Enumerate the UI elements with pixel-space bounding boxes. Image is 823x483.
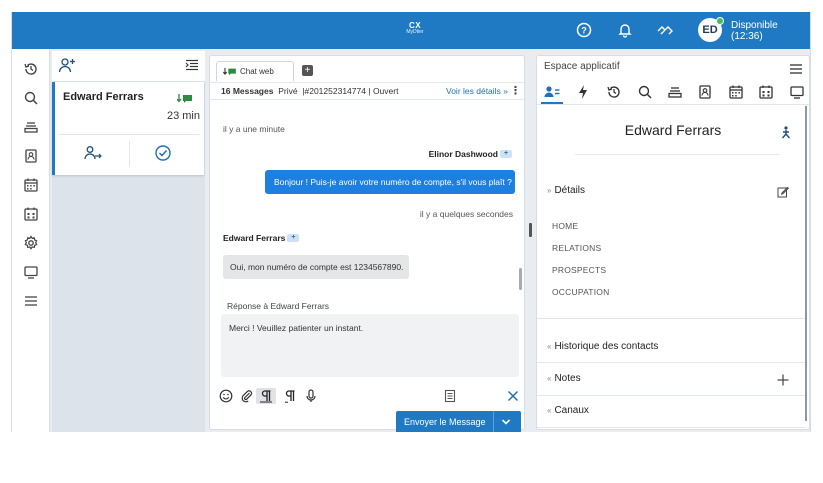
conversation-list: Edward Ferrars 23 min: [52, 51, 205, 432]
detail-item-prospects[interactable]: PROSPECTS: [552, 265, 606, 275]
divider: [537, 318, 805, 319]
status-dot: [716, 17, 724, 25]
add-tab-button[interactable]: +: [302, 65, 313, 76]
chevron-up-icon: «: [547, 406, 552, 415]
contact-book-icon[interactable]: [696, 83, 714, 101]
template-icon[interactable]: [442, 388, 458, 404]
agent-status[interactable]: Disponible (12:36): [731, 20, 778, 42]
history-icon[interactable]: [605, 83, 623, 101]
calendar-icon[interactable]: [21, 175, 41, 195]
emoji-icon[interactable]: [218, 388, 234, 404]
menu-icon[interactable]: [21, 291, 41, 311]
conversation-actions: [59, 134, 200, 170]
divider: [537, 427, 805, 428]
help-circle-icon[interactable]: ?: [574, 20, 594, 40]
queue-icon[interactable]: [666, 83, 684, 101]
message-sender: Edward Ferrars +: [223, 233, 300, 243]
section-channels[interactable]: «Canaux: [547, 405, 589, 416]
thread-scrollbar[interactable]: [519, 268, 522, 290]
calendar-icon[interactable]: [727, 83, 745, 101]
menu-icon[interactable]: [789, 63, 803, 75]
agent-chip-icon: +: [500, 150, 512, 158]
search-icon[interactable]: [636, 83, 654, 101]
transfer-user-icon[interactable]: [84, 145, 102, 161]
svg-text:?: ?: [581, 26, 587, 36]
active-tab-indicator: [541, 102, 563, 104]
chevron-up-icon: «: [547, 374, 552, 383]
message-sender: Elinor Dashwood +: [429, 149, 512, 159]
conversation-list-header: [52, 51, 205, 81]
message-timestamp: il y a une minute: [223, 124, 285, 134]
top-bar: CX MyDtier ? ED Disponible (12:36): [12, 12, 810, 49]
send-message-button[interactable]: Envoyer le Message: [396, 411, 521, 432]
divider: [575, 154, 779, 155]
attachment-icon[interactable]: [239, 388, 255, 404]
contact-icon[interactable]: [543, 83, 561, 101]
composer-toolbar: [210, 386, 524, 406]
unlink-icon[interactable]: [655, 20, 675, 40]
brand-logo: CX MyDtier: [406, 21, 424, 35]
contact-name-heading: Edward Ferrars: [624, 122, 722, 138]
detail-item-relations[interactable]: RELATIONS: [552, 243, 601, 253]
chat-info-bar: 16 Messages Privé |#201252314774 | Ouver…: [210, 82, 524, 100]
chevron-down-icon: »: [547, 186, 552, 195]
schedule-icon[interactable]: [21, 204, 41, 224]
chat-incoming-icon: [177, 93, 193, 105]
bell-icon[interactable]: [615, 20, 635, 40]
outgoing-message: Bonjour ! Puis-je avoir votre numéro de …: [265, 170, 515, 194]
add-user-icon[interactable]: [58, 57, 76, 73]
app-space-scrollbar[interactable]: [805, 106, 807, 421]
details-link[interactable]: Voir les détails »: [446, 83, 508, 100]
settings-icon[interactable]: [21, 233, 41, 253]
app-window: CX MyDtier ? ED Disponible (12:36) Edwar…: [11, 12, 811, 432]
schedule-icon[interactable]: [757, 83, 775, 101]
left-nav: [12, 49, 50, 432]
chat-panel: Chat web + 16 Messages Privé |#201252314…: [209, 55, 525, 432]
monitor-icon[interactable]: [788, 83, 806, 101]
tab-chat-web[interactable]: Chat web: [216, 61, 294, 81]
detail-item-occupation[interactable]: OCCUPATION: [552, 287, 609, 297]
app-space-title: Espace applicatif: [544, 61, 620, 72]
message-thread: il y a une minute Elinor Dashwood + Bonjo…: [210, 101, 524, 301]
contact-merge-icon[interactable]: [780, 125, 792, 139]
conversation-card[interactable]: Edward Ferrars 23 min: [52, 82, 204, 175]
contact-chip-icon: +: [287, 234, 300, 242]
formatting-rtl-icon[interactable]: [283, 388, 299, 404]
conversation-duration: 23 min: [166, 110, 200, 122]
section-contact-history[interactable]: «Historique des contacts: [547, 341, 658, 352]
edit-icon[interactable]: [777, 186, 789, 198]
chat-incoming-icon: [223, 67, 237, 77]
divider: [493, 411, 494, 432]
close-icon[interactable]: [505, 388, 521, 404]
contact-book-icon[interactable]: [21, 146, 41, 166]
more-options-icon[interactable]: ⋮: [510, 83, 521, 100]
section-notes[interactable]: «Notes: [547, 373, 581, 384]
add-note-icon[interactable]: [777, 374, 789, 386]
reply-label: Réponse à Edward Ferrars: [227, 301, 330, 311]
list-toggle-icon[interactable]: [185, 59, 199, 71]
monitor-icon[interactable]: [21, 262, 41, 282]
history-icon[interactable]: [21, 59, 41, 79]
message-timestamp: il y a quelques secondes: [419, 209, 513, 219]
detail-item-home[interactable]: HOME: [552, 221, 578, 231]
search-icon[interactable]: [21, 88, 41, 108]
incoming-message: Oui, mon numéro de compte est 1234567890…: [223, 255, 409, 279]
lightning-icon[interactable]: [574, 83, 592, 101]
microphone-icon[interactable]: [303, 388, 319, 404]
divider: [537, 395, 805, 396]
panel-resize-handle[interactable]: [529, 223, 532, 237]
check-circle-icon[interactable]: [154, 144, 172, 162]
reply-input[interactable]: Merci ! Veuillez patienter un instant.: [221, 314, 519, 377]
chevron-down-icon[interactable]: [500, 416, 512, 428]
formatting-ltr-icon[interactable]: [256, 388, 276, 404]
queue-icon[interactable]: [21, 117, 41, 137]
app-space-tabs: [537, 79, 809, 105]
divider: [537, 362, 805, 363]
conversation-contact-name: Edward Ferrars: [63, 91, 144, 103]
section-details[interactable]: » Détails: [547, 185, 585, 196]
app-space-panel: Espace applicatif Edward Ferrars » Détai…: [536, 55, 810, 430]
chevron-up-icon: «: [547, 342, 552, 351]
divider: [129, 141, 130, 167]
